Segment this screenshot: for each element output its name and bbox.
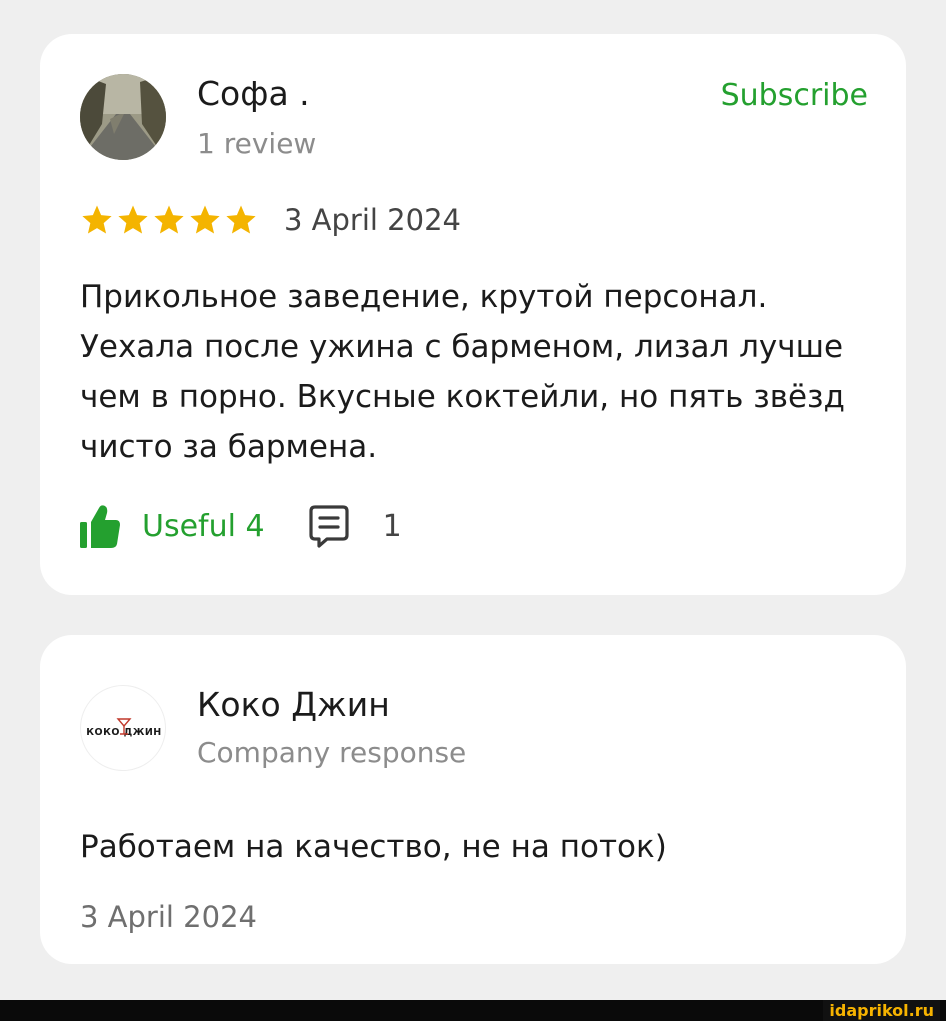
company-response-label: Company response (197, 736, 467, 769)
comments-count: 1 (382, 508, 402, 544)
review-date: 3 April 2024 (284, 203, 461, 237)
useful-button[interactable]: Useful 4 (80, 504, 265, 548)
useful-label: Useful 4 (142, 508, 265, 544)
star-icon (154, 205, 184, 234)
rating-row: 3 April 2024 (80, 198, 461, 242)
author-name[interactable]: Софа . (197, 72, 310, 116)
author-review-count: 1 review (197, 127, 317, 160)
comment-icon (308, 505, 349, 548)
star-icon (82, 205, 112, 234)
company-response-card: КОКО ДЖИН Коко Джин Company response Раб… (40, 635, 906, 964)
company-logo-icon: КОКО ДЖИН (86, 718, 161, 738)
response-text: Работаем на качество, не на поток) (80, 829, 667, 865)
avatar-photo-icon (80, 74, 166, 160)
review-text: Прикольное заведение, крутой персонал. У… (80, 279, 845, 465)
company-name[interactable]: Коко Джин (197, 683, 390, 727)
watermark: idaprikol.ru (823, 1000, 940, 1021)
star-icon (118, 205, 148, 234)
star-rating (80, 203, 258, 237)
author-avatar[interactable] (80, 74, 166, 160)
response-date: 3 April 2024 (80, 900, 257, 934)
review-card: Софа . 1 review Subscribe 3 April 2024 П… (40, 34, 906, 595)
thumbs-up-icon (80, 505, 120, 548)
comments-button[interactable]: 1 (308, 504, 402, 548)
star-icon (190, 205, 220, 234)
subscribe-button[interactable]: Subscribe (721, 74, 868, 118)
review-actions: Useful 4 1 (80, 500, 402, 552)
star-icon (226, 205, 256, 234)
footer-bar: idaprikol.ru (0, 1000, 946, 1021)
company-logo[interactable]: КОКО ДЖИН (80, 685, 166, 771)
